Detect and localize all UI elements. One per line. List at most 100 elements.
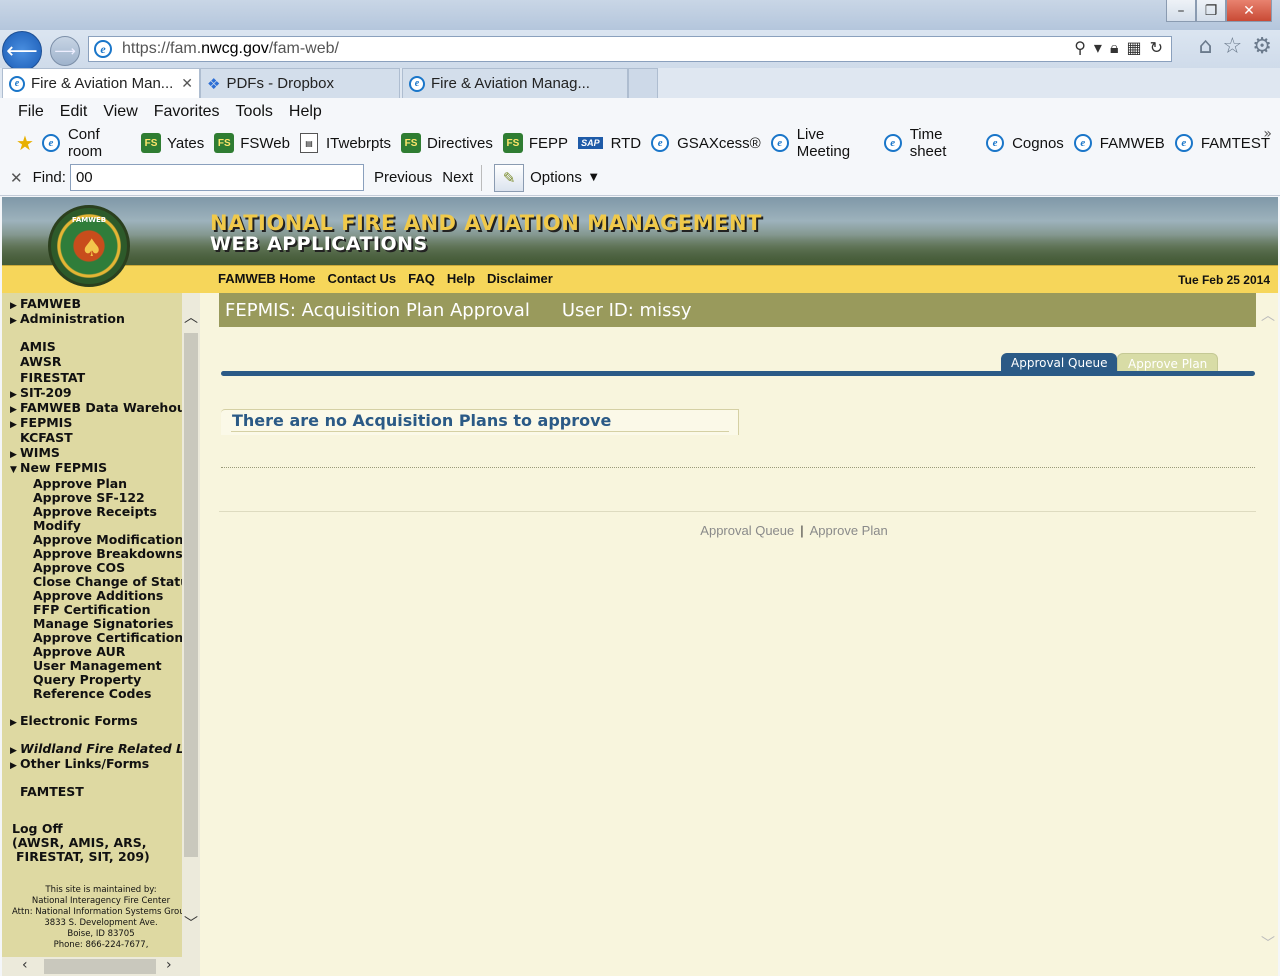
find-options-button[interactable]: Options ▼	[530, 169, 597, 186]
tab-fire-aviation-2[interactable]: e Fire & Aviation Manag...	[402, 68, 628, 98]
nav-contact-us[interactable]: Contact Us	[328, 271, 397, 286]
sidebar-item-new-fepmis[interactable]: ▼ New FEPMIS	[10, 460, 107, 475]
footer-approve-plan-link[interactable]: Approve Plan	[810, 523, 888, 538]
restore-button[interactable]: ❐	[1196, 0, 1226, 22]
find-input[interactable]	[69, 164, 364, 191]
menu-help[interactable]: Help	[289, 103, 322, 121]
scrollbar-thumb[interactable]	[184, 333, 198, 857]
menu-view[interactable]: View	[103, 103, 137, 121]
nav-help[interactable]: Help	[447, 271, 475, 286]
new-tab-button[interactable]	[628, 68, 658, 98]
fav-live-meeting[interactable]: e Live Meeting	[770, 126, 874, 160]
scrollbar-thumb[interactable]	[44, 959, 156, 974]
sidebar-item-other-links[interactable]: ▶ Other Links/Forms	[10, 756, 149, 771]
sidebar-horizontal-scrollbar[interactable]: ‹ ›	[2, 957, 200, 976]
sidebar-sub-approve-sf122[interactable]: Approve SF-122	[33, 490, 145, 505]
compat-view-icon[interactable]: ▦	[1126, 38, 1141, 58]
home-icon[interactable]: ⌂	[1199, 34, 1213, 59]
gear-icon[interactable]: ⚙	[1252, 34, 1272, 59]
sidebar-item-firestat[interactable]: FIRESTAT	[20, 370, 85, 385]
page-vertical-scrollbar[interactable]: ︿ ﹀	[1256, 293, 1278, 976]
tab-approve-plan[interactable]: Approve Plan	[1117, 353, 1219, 373]
tab-fire-aviation-1[interactable]: e Fire & Aviation Man... ✕	[2, 68, 200, 98]
sidebar-item-administration[interactable]: ▶ Administration	[10, 311, 125, 326]
chevron-up-icon[interactable]: ︿	[1261, 305, 1275, 325]
close-icon[interactable]: ✕	[10, 169, 23, 187]
sidebar-sub-modify[interactable]: Modify	[33, 518, 81, 533]
fav-itwebrpts[interactable]: ▤ ITwebrpts	[299, 133, 391, 153]
chevron-left-icon[interactable]: ‹	[22, 957, 28, 973]
dropdown-icon[interactable]: ▾	[1094, 38, 1102, 58]
footer-approval-queue-link[interactable]: Approval Queue	[700, 523, 794, 538]
chevron-right-icon[interactable]: ›	[166, 957, 172, 973]
forward-arrow-icon[interactable]: ⟶	[50, 36, 80, 66]
tab-dropbox[interactable]: ❖ PDFs - Dropbox	[200, 68, 400, 98]
sidebar-item-warehouse[interactable]: ▶ FAMWEB Data Warehouse	[10, 400, 200, 415]
lock-icon[interactable]: 🔒︎	[1110, 38, 1119, 58]
chevron-down-icon[interactable]: ﹀	[184, 913, 198, 933]
menu-file[interactable]: File	[18, 103, 44, 121]
chevron-more-icon[interactable]: »	[1263, 126, 1272, 142]
sidebar-sub-query-property[interactable]: Query Property	[33, 672, 141, 687]
add-favorite-star-icon[interactable]: ★	[16, 131, 34, 155]
sidebar-item-awsr[interactable]: AWSR	[20, 354, 62, 369]
sidebar-item-amis[interactable]: AMIS	[20, 339, 56, 354]
highlight-pencil-icon[interactable]: ✎	[494, 163, 525, 192]
close-window-button[interactable]: ✕	[1226, 0, 1272, 22]
sidebar-item-wildland-links[interactable]: ▶ Wildland Fire Related Links	[10, 741, 200, 756]
url-text[interactable]: https://fam.nwcg.gov/fam-web/	[122, 40, 339, 58]
nav-disclaimer[interactable]: Disclaimer	[487, 271, 553, 286]
fav-directives[interactable]: FS Directives	[401, 133, 493, 153]
sidebar-item-kcfast[interactable]: KCFAST	[20, 430, 73, 445]
fav-famtest[interactable]: e FAMTEST	[1174, 134, 1270, 152]
sidebar-item-sit209[interactable]: ▶ SIT-209	[10, 385, 72, 400]
tab-approval-queue[interactable]: Approval Queue	[1001, 353, 1118, 373]
sidebar-sub-approve-breakdowns[interactable]: Approve Breakdowns	[33, 546, 183, 561]
sidebar-sub-ffp-certification[interactable]: FFP Certification	[33, 602, 151, 617]
sidebar-sub-approve-aur[interactable]: Approve AUR	[33, 644, 125, 659]
fav-fepp[interactable]: FS FEPP	[502, 133, 568, 153]
sidebar-logoff[interactable]: Log Off	[12, 821, 63, 836]
sidebar-sub-approve-certification[interactable]: Approve Certification	[33, 630, 183, 645]
sidebar-sub-user-management[interactable]: User Management	[33, 658, 162, 673]
famweb-logo[interactable]: FAMWEB ♠	[48, 205, 130, 287]
sidebar-item-famtest[interactable]: FAMTEST	[20, 784, 84, 799]
fav-rtd[interactable]: SAP RTD	[578, 135, 641, 152]
find-previous-button[interactable]: Previous	[374, 169, 432, 186]
back-arrow-icon[interactable]: ⟵	[2, 31, 42, 71]
search-icon[interactable]: ⚲	[1074, 38, 1086, 58]
find-next-button[interactable]: Next	[442, 169, 473, 186]
fav-fsweb[interactable]: FS FSWeb	[214, 133, 290, 153]
nav-faq[interactable]: FAQ	[408, 271, 435, 286]
menu-edit[interactable]: Edit	[60, 103, 88, 121]
fav-time-sheet[interactable]: e Time sheet	[883, 126, 976, 160]
minimize-button[interactable]: –	[1166, 0, 1196, 22]
sidebar-sub-approve-cos[interactable]: Approve COS	[33, 560, 125, 575]
fav-yates[interactable]: FS Yates	[140, 133, 204, 153]
sidebar-item-famweb[interactable]: ▶ FAMWEB	[10, 296, 81, 311]
sidebar-sub-approve-receipts[interactable]: Approve Receipts	[33, 504, 157, 519]
fav-conf-room[interactable]: e Conf room	[41, 126, 131, 160]
address-bar[interactable]: e https://fam.nwcg.gov/fam-web/ ⚲ ▾ 🔒︎ ▦…	[88, 36, 1172, 62]
sidebar-sub-approve-additions[interactable]: Approve Additions	[33, 588, 163, 603]
chevron-down-icon[interactable]: ﹀	[1261, 933, 1275, 953]
sidebar-sub-reference-codes[interactable]: Reference Codes	[33, 686, 151, 701]
sidebar-sub-manage-signatories[interactable]: Manage Signatories	[33, 616, 174, 631]
close-tab-icon[interactable]: ✕	[181, 76, 193, 92]
sidebar-item-fepmis[interactable]: ▶ FEPMIS	[10, 415, 72, 430]
fav-cognos[interactable]: e Cognos	[986, 134, 1064, 152]
sidebar-sub-approve-modifications[interactable]: Approve Modifications	[33, 532, 191, 547]
sidebar-item-wims[interactable]: ▶ WIMS	[10, 445, 60, 460]
sidebar-vertical-scrollbar[interactable]: ︿ ﹀	[182, 293, 200, 957]
refresh-icon[interactable]: ↻	[1150, 38, 1163, 58]
fav-famweb[interactable]: e FAMWEB	[1073, 134, 1165, 152]
sidebar-sub-close-change-status[interactable]: Close Change of Status	[33, 574, 197, 589]
nav-famweb-home[interactable]: FAMWEB Home	[218, 271, 316, 286]
star-icon[interactable]: ☆	[1223, 34, 1243, 59]
fav-gsaxcess[interactable]: e GSAXcess®	[651, 134, 761, 152]
sidebar-sub-approve-plan[interactable]: Approve Plan	[33, 476, 127, 491]
sidebar-item-electronic-forms[interactable]: ▶ Electronic Forms	[10, 713, 138, 728]
chevron-up-icon[interactable]: ︿	[184, 307, 198, 327]
menu-tools[interactable]: Tools	[236, 103, 273, 121]
menu-favorites[interactable]: Favorites	[154, 103, 220, 121]
